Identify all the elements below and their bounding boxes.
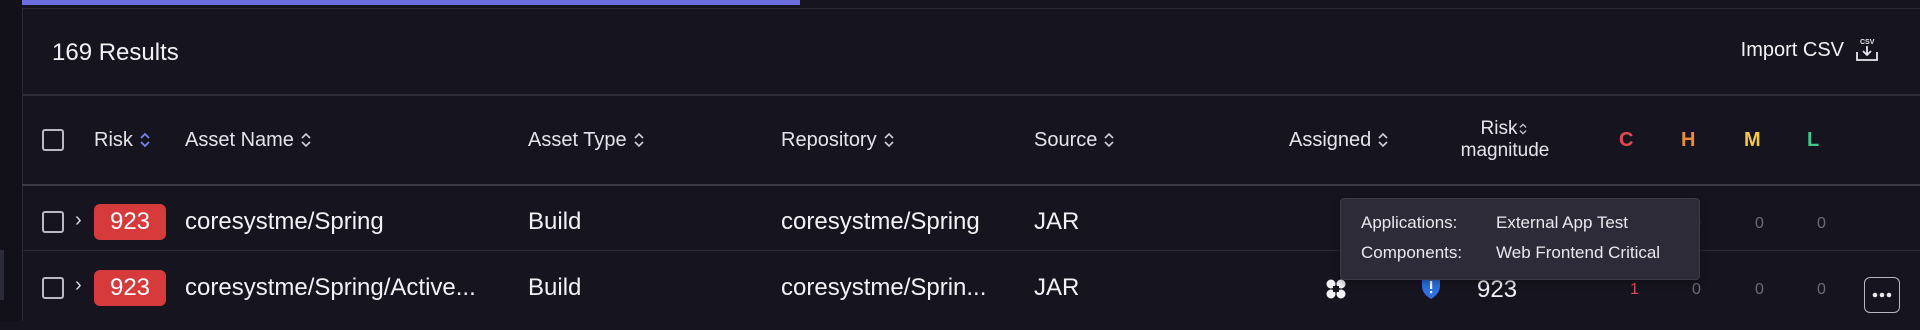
expand-chevron-icon[interactable]: ›	[75, 209, 82, 232]
risk-magnitude: 923	[1477, 276, 1518, 303]
low-count: 0	[1817, 215, 1826, 232]
tooltip-components-key: Components:	[1361, 243, 1463, 262]
column-critical[interactable]: C	[1619, 96, 1633, 184]
sort-icon	[140, 132, 150, 148]
column-risk-label: Risk	[94, 128, 133, 151]
left-rail	[0, 0, 23, 321]
ellipsis-icon	[1872, 292, 1892, 298]
repository[interactable]: coresystme/Sprin...	[781, 274, 986, 302]
column-risk-magnitude-label-2: magnitude	[1460, 140, 1550, 161]
tooltip-applications-value: External App Test	[1496, 213, 1628, 232]
source: JAR	[1034, 274, 1080, 301]
more-actions-button[interactable]	[1864, 277, 1900, 313]
risk-score-badge: 923	[94, 204, 166, 240]
sort-icon	[1519, 123, 1528, 135]
column-repository[interactable]: Repository	[781, 96, 895, 184]
rail-notch	[0, 250, 4, 300]
asset-name[interactable]: coresystme/Spring	[185, 208, 384, 236]
sort-icon	[884, 132, 894, 148]
asset-name[interactable]: coresystme/Spring/Active...	[185, 274, 476, 302]
import-csv-label: Import CSV	[1740, 38, 1844, 61]
column-asset-type[interactable]: Asset Type	[528, 96, 645, 184]
column-low[interactable]: L	[1807, 96, 1819, 184]
sort-icon	[301, 132, 311, 148]
medium-count: 0	[1755, 281, 1764, 298]
sort-icon	[1104, 132, 1114, 148]
column-repository-label: Repository	[781, 128, 877, 151]
column-medium[interactable]: M	[1744, 96, 1761, 184]
risk-score-badge: 923	[94, 270, 166, 306]
low-count: 0	[1817, 281, 1826, 298]
tooltip-components-row: Components: Web Frontend Critical	[1361, 243, 1660, 267]
column-asset-name[interactable]: Asset Name	[185, 96, 312, 184]
svg-text:CSV: CSV	[1860, 39, 1875, 46]
column-high[interactable]: H	[1681, 96, 1695, 184]
results-count: 169 Results	[52, 39, 179, 66]
asset-type: Build	[528, 274, 582, 301]
asset-type: Build	[528, 208, 582, 235]
row-checkbox[interactable]	[42, 211, 64, 233]
column-source-label: Source	[1034, 128, 1098, 151]
column-asset-type-label: Asset Type	[528, 128, 627, 151]
column-risk-magnitude-label-1: Risk	[1480, 118, 1518, 139]
column-source[interactable]: Source	[1034, 96, 1115, 184]
tooltip-applications-row: Applications: External App Test	[1361, 213, 1628, 237]
progress-fill	[22, 0, 801, 5]
csv-download-icon: CSV	[1856, 39, 1878, 61]
medium-count: 0	[1755, 215, 1764, 232]
row-checkbox[interactable]	[42, 277, 64, 299]
column-asset-name-label: Asset Name	[185, 128, 294, 151]
sort-icon	[634, 132, 644, 148]
repository[interactable]: coresystme/Spring	[781, 208, 980, 236]
column-assigned-label: Assigned	[1289, 128, 1372, 151]
critical-count: 1	[1630, 281, 1639, 298]
results-panel: 169 Results Import CSV CSV Risk Asset Na…	[22, 8, 1920, 321]
sort-icon	[1378, 132, 1388, 148]
assignment-tooltip: Applications: External App Test Componen…	[1340, 198, 1700, 280]
tooltip-applications-key: Applications:	[1361, 213, 1458, 232]
column-risk[interactable]: Risk	[94, 96, 151, 184]
select-all-checkbox[interactable]	[42, 129, 64, 151]
high-count: 0	[1692, 281, 1701, 298]
table-header: Risk Asset Name Asset Type Repository So…	[22, 96, 1920, 184]
column-risk-magnitude[interactable]: Risk magnitude	[1450, 96, 1560, 184]
components-icon[interactable]	[1325, 278, 1347, 300]
source: JAR	[1034, 208, 1080, 235]
expand-chevron-icon[interactable]: ›	[75, 274, 82, 297]
tooltip-components-value: Web Frontend Critical	[1496, 243, 1661, 262]
import-csv-button[interactable]: Import CSV CSV	[1741, 36, 1880, 64]
column-assigned[interactable]: Assigned	[1289, 96, 1389, 184]
